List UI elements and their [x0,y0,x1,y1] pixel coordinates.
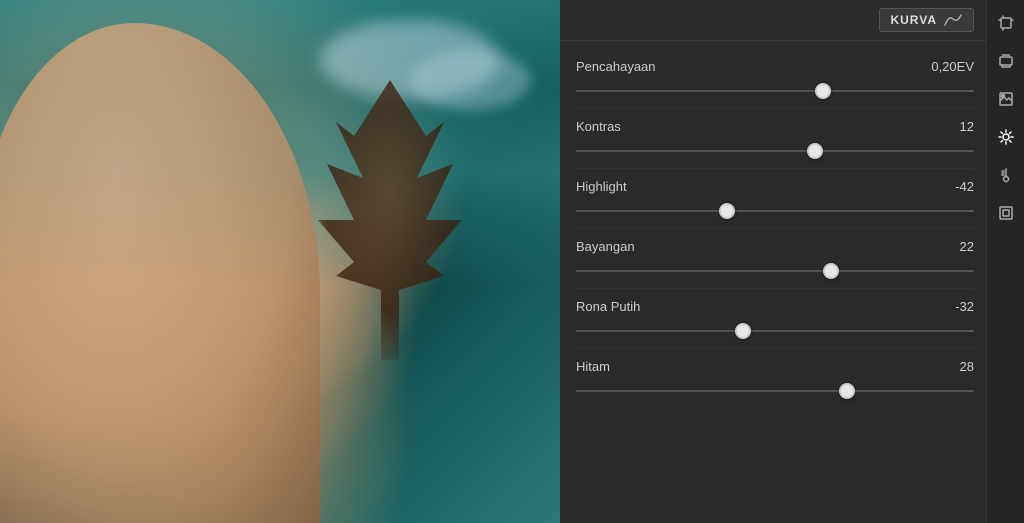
crop-icon [998,15,1014,31]
slider-thumb-rona-putih[interactable] [735,323,751,339]
slider-thumb-pencahayaan[interactable] [815,83,831,99]
slider-track-container-rona-putih[interactable] [576,322,974,340]
cloud-2 [410,50,530,110]
crop-button[interactable] [991,8,1021,38]
slider-row-rona-putih: Rona Putih -32 [576,289,974,349]
slider-header-rona-putih: Rona Putih -32 [576,299,974,314]
slider-row-hitam: Hitam 28 [576,349,974,408]
sun-icon [998,129,1014,145]
layers-button[interactable] [991,46,1021,76]
controls-panel: KURVA Pencahayaan 0,20EV Kontras 12 [560,0,986,523]
slider-label-rona-putih: Rona Putih [576,299,640,314]
slider-track-container-pencahayaan[interactable] [576,82,974,100]
slider-row-pencahayaan: Pencahayaan 0,20EV [576,49,974,109]
slider-value-highlight: -42 [934,179,974,194]
slider-track-container-hitam[interactable] [576,382,974,400]
slider-track-bayangan [576,270,974,272]
slider-track-kontras [576,150,974,152]
image-adjust-button[interactable] [991,84,1021,114]
slider-track-hitam [576,390,974,392]
slider-value-rona-putih: -32 [934,299,974,314]
slider-track-rona-putih [576,330,974,332]
slider-thumb-bayangan[interactable] [823,263,839,279]
kurva-button[interactable]: KURVA [879,8,974,32]
temperature-icon [998,167,1014,183]
kurva-curve-icon [943,13,963,27]
image-adjust-icon [998,91,1014,107]
kurva-label: KURVA [890,13,937,27]
slider-track-highlight [576,210,974,212]
temperature-button[interactable] [991,160,1021,190]
slider-track-pencahayaan [576,90,974,92]
slider-track-container-kontras[interactable] [576,142,974,160]
sliders-area: Pencahayaan 0,20EV Kontras 12 Highlight … [560,41,986,523]
slider-track-container-highlight[interactable] [576,202,974,220]
slider-row-highlight: Highlight -42 [576,169,974,229]
frame-icon [998,205,1014,221]
slider-value-pencahayaan: 0,20EV [931,59,974,74]
slider-thumb-highlight[interactable] [719,203,735,219]
slider-track-container-bayangan[interactable] [576,262,974,280]
slider-label-highlight: Highlight [576,179,627,194]
icon-panel [986,0,1024,523]
slider-label-bayangan: Bayangan [576,239,635,254]
top-bar: KURVA [560,0,986,41]
slider-value-bayangan: 22 [934,239,974,254]
slider-thumb-hitam[interactable] [839,383,855,399]
slider-label-hitam: Hitam [576,359,610,374]
right-panel: KURVA Pencahayaan 0,20EV Kontras 12 [560,0,1024,523]
slider-row-kontras: Kontras 12 [576,109,974,169]
slider-header-bayangan: Bayangan 22 [576,239,974,254]
slider-header-pencahayaan: Pencahayaan 0,20EV [576,59,974,74]
slider-value-kontras: 12 [934,119,974,134]
slider-header-hitam: Hitam 28 [576,359,974,374]
slider-header-highlight: Highlight -42 [576,179,974,194]
slider-header-kontras: Kontras 12 [576,119,974,134]
sun-button[interactable] [991,122,1021,152]
slider-label-kontras: Kontras [576,119,621,134]
slider-value-hitam: 28 [934,359,974,374]
layers-icon [998,53,1014,69]
slider-thumb-kontras[interactable] [807,143,823,159]
slider-label-pencahayaan: Pencahayaan [576,59,656,74]
slider-row-bayangan: Bayangan 22 [576,229,974,289]
photo-panel [0,0,560,523]
frame-button[interactable] [991,198,1021,228]
